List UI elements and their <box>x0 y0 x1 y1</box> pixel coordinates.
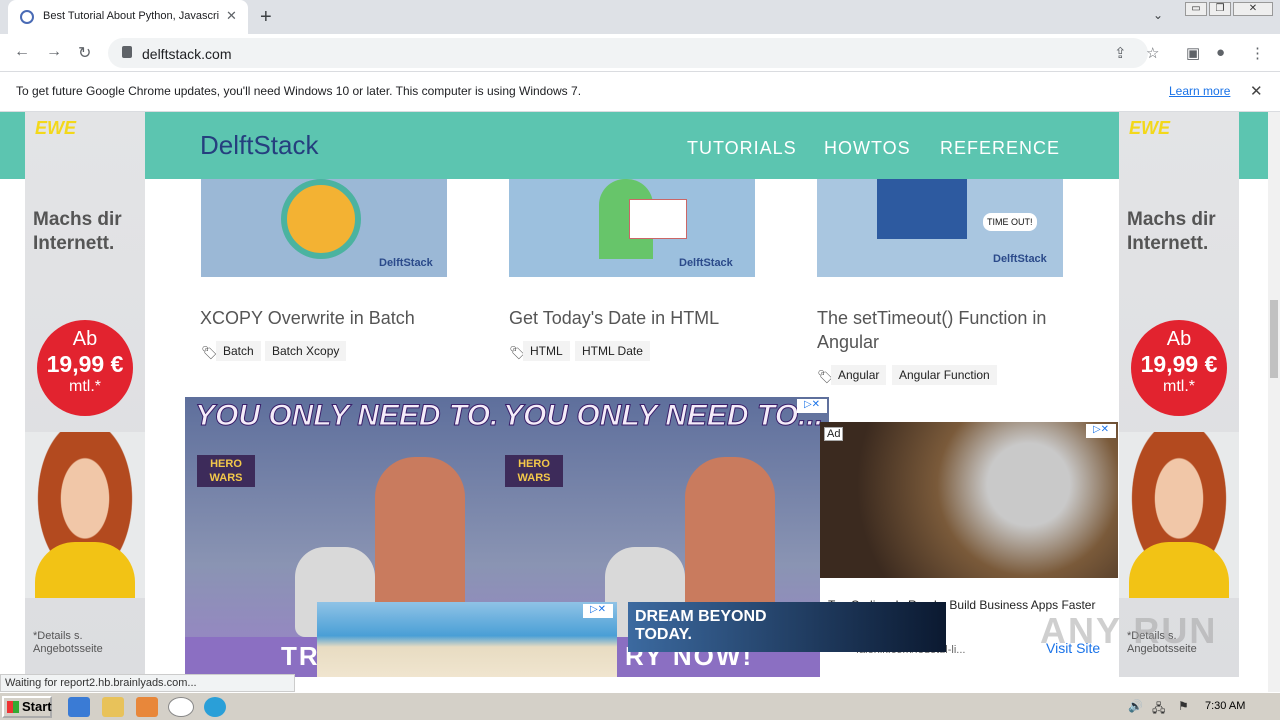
hero-headline: YOU ONLY NEED TO... <box>502 399 824 433</box>
card-thumbnail[interactable]: TIME OUT! DelftStack <box>817 179 1063 277</box>
ie-taskbar-icon[interactable] <box>68 697 90 717</box>
side-panel-icon[interactable]: ▣ <box>1186 44 1200 62</box>
start-button[interactable]: Start <box>2 696 52 718</box>
back-icon[interactable]: ← <box>14 43 30 61</box>
card-title-continued[interactable]: Angular <box>817 330 879 354</box>
adchoices-icon[interactable]: ▷✕ <box>1086 424 1116 438</box>
address-bar[interactable]: delftstack.com ⇪ <box>108 38 1148 68</box>
media-player-taskbar-icon[interactable] <box>136 697 158 717</box>
tab-close-icon[interactable]: ✕ <box>226 8 237 24</box>
network-tray-icon[interactable]: 🖧 <box>1152 699 1165 720</box>
tab-search-icon[interactable]: ⌄ <box>1153 8 1163 22</box>
infobar-close-icon[interactable]: ✕ <box>1250 82 1263 100</box>
share-icon[interactable]: ⇪ <box>1114 44 1127 62</box>
new-tab-button[interactable]: + <box>260 6 272 29</box>
ad-label: Ad <box>824 427 844 441</box>
hero-character-image <box>375 457 465 617</box>
thumb-timeout: TIME OUT! <box>983 213 1037 231</box>
hero-character-image <box>685 457 775 617</box>
hero-wars-logo: HERO WARS <box>505 455 563 487</box>
nav-tutorials[interactable]: TUTORIALS <box>687 138 797 159</box>
ad-brand: EWE <box>1129 118 1171 138</box>
chrome-taskbar-icon[interactable] <box>168 697 194 717</box>
dream-ad-text: DREAM BEYOND TODAY. <box>635 608 767 643</box>
forward-icon[interactable]: → <box>46 43 62 61</box>
reload-icon[interactable]: ↻ <box>78 43 91 63</box>
tag-chip[interactable]: Angular <box>831 365 887 385</box>
taskbar-clock[interactable]: 7:30 AM <box>1205 700 1245 712</box>
page-scrollbar[interactable] <box>1268 112 1280 692</box>
url-text[interactable]: delftstack.com <box>142 46 231 62</box>
restore-button[interactable]: ❐ <box>1209 2 1231 16</box>
card-title[interactable]: The setTimeout() Function in <box>817 306 1046 330</box>
edge-taskbar-icon[interactable] <box>204 697 226 717</box>
ad-headline: Machs dir Internett. <box>33 209 122 254</box>
ad-sweater-image <box>35 542 135 598</box>
active-tab[interactable]: Best Tutorial About Python, Javascri ✕ <box>8 0 248 34</box>
scrollbar-thumb[interactable] <box>1270 300 1278 378</box>
nav-howtos[interactable]: HOWTOS <box>824 138 911 159</box>
lock-icon[interactable] <box>122 46 132 58</box>
thumb-brand: DelftStack <box>993 253 1047 265</box>
right-side-ad[interactable]: EWE Machs dir Internett. Ab 19,99 € mtl.*… <box>1119 112 1239 677</box>
price-badge: Ab 19,99 € mtl.* <box>37 320 133 416</box>
tag-chip[interactable]: Batch Xcopy <box>265 341 347 361</box>
windows-flag-icon <box>7 701 19 713</box>
browser-toolbar: ← → ↻ delftstack.com ⇪ ☆ ▣ ● ⋮ <box>0 34 1280 72</box>
bookmark-star-icon[interactable]: ☆ <box>1146 44 1159 62</box>
dream-beyond-ad[interactable]: DREAM BEYOND TODAY. <box>628 602 946 652</box>
minimize-button[interactable]: ▭ <box>1185 2 1207 16</box>
status-bubble: Waiting for report2.hb.brainlyads.com... <box>0 674 295 692</box>
profile-avatar-icon[interactable]: ● <box>1216 44 1225 61</box>
explorer-taskbar-icon[interactable] <box>102 697 124 717</box>
tab-title: Best Tutorial About Python, Javascri <box>43 10 220 22</box>
menu-kebab-icon[interactable]: ⋮ <box>1250 44 1265 62</box>
site-logo[interactable]: DelftStack <box>200 130 319 161</box>
update-infobar: To get future Google Chrome updates, you… <box>0 72 1280 112</box>
nav-reference[interactable]: REFERENCE <box>940 138 1060 159</box>
ad-brand: EWE <box>35 118 77 138</box>
ad-headline: Machs dir Internett. <box>1127 209 1216 254</box>
infobar-message: To get future Google Chrome updates, you… <box>16 84 582 98</box>
site-favicon-icon <box>20 10 34 24</box>
card-thumbnail[interactable]: DelftStack <box>509 179 755 277</box>
card-title[interactable]: XCOPY Overwrite in Batch <box>200 306 415 330</box>
anyrun-watermark: ANY RUN <box>1040 610 1218 651</box>
flag-tray-icon[interactable]: ⚑ <box>1178 699 1189 713</box>
card-thumbnail[interactable]: DelftStack <box>201 179 447 277</box>
windows-taskbar: Start 🔊 🖧 ⚑ 7:30 AM <box>0 692 1280 720</box>
left-side-ad[interactable]: EWE Machs dir Internett. Ab 19,99 € mtl.*… <box>25 112 145 677</box>
tag-chip[interactable]: Angular Function <box>892 365 997 385</box>
adchoices-icon[interactable]: ▷✕ <box>583 604 613 618</box>
thumb-brand: DelftStack <box>679 257 733 269</box>
tag-chip[interactable]: Batch <box>216 341 261 361</box>
close-window-button[interactable]: ✕ <box>1233 2 1273 16</box>
tab-strip: Best Tutorial About Python, Javascri ✕ +… <box>0 0 1280 34</box>
ad-sweater-image <box>1129 542 1229 598</box>
beach-ad-banner[interactable]: ▷✕ <box>317 602 617 677</box>
learn-more-link[interactable]: Learn more <box>1169 84 1230 98</box>
volume-tray-icon[interactable]: 🔊 <box>1128 699 1143 713</box>
hero-wars-logo: HERO WARS <box>197 455 255 487</box>
thumb-brand: DelftStack <box>379 257 433 269</box>
tag-chip[interactable]: HTML <box>523 341 570 361</box>
adchoices-icon[interactable]: ▷✕ <box>797 399 827 413</box>
web-page: DelftStack TUTORIALS HOWTOS REFERENCE EW… <box>0 112 1268 677</box>
tag-chip[interactable]: HTML Date <box>575 341 650 361</box>
price-badge: Ab 19,99 € mtl.* <box>1131 320 1227 416</box>
site-header: DelftStack TUTORIALS HOWTOS REFERENCE <box>0 112 1268 179</box>
ad-grinder-image <box>820 422 1118 578</box>
hero-headline: YOU ONLY NEED TO. <box>194 399 499 433</box>
card-title[interactable]: Get Today's Date in HTML <box>509 306 719 330</box>
ad-details: *Details s. Angebotsseite <box>33 630 103 655</box>
